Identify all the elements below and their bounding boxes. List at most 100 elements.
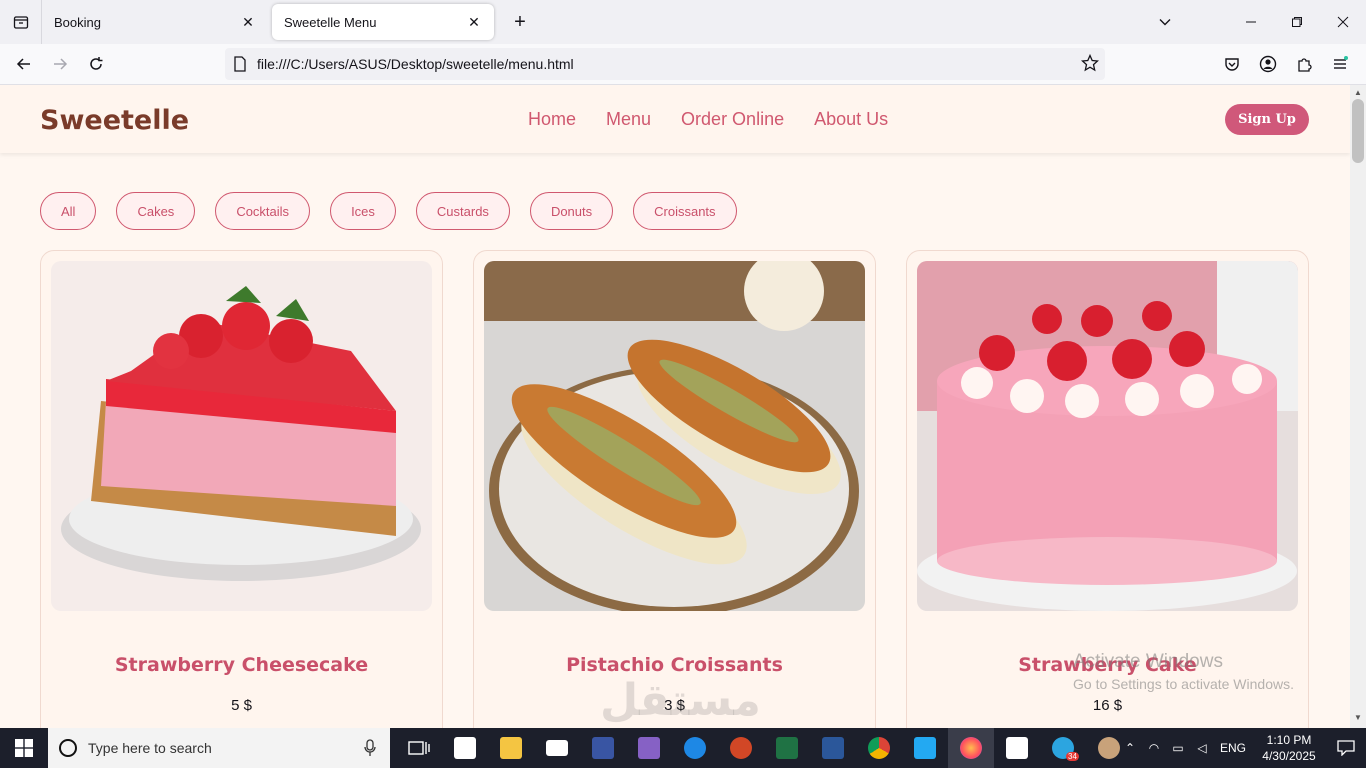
telegram-badge: 34 bbox=[1066, 752, 1079, 761]
back-button[interactable] bbox=[6, 48, 42, 80]
filter-all[interactable]: All bbox=[40, 192, 97, 230]
list-all-tabs-button[interactable] bbox=[1142, 0, 1188, 44]
start-button[interactable] bbox=[0, 728, 48, 768]
product-image bbox=[484, 261, 865, 611]
telegram-app[interactable]: 34 bbox=[1040, 728, 1086, 768]
chrome-app[interactable] bbox=[856, 728, 902, 768]
pocket-button[interactable] bbox=[1214, 48, 1250, 80]
nav-home[interactable]: Home bbox=[528, 109, 576, 130]
site-nav: Home Menu Order Online About Us bbox=[528, 109, 888, 130]
excel-app[interactable] bbox=[764, 728, 810, 768]
address-bar[interactable]: file:///C:/Users/ASUS/Desktop/sweetelle/… bbox=[225, 48, 1105, 80]
watermark-title: Activate Windows bbox=[1073, 651, 1223, 672]
forward-button[interactable] bbox=[42, 48, 78, 80]
tab-close-icon[interactable]: ✕ bbox=[464, 12, 484, 32]
language-indicator[interactable]: ENG bbox=[1214, 741, 1252, 755]
scroll-down-icon[interactable]: ▼ bbox=[1354, 713, 1362, 722]
tab-list-button[interactable] bbox=[0, 0, 42, 44]
filter-cakes[interactable]: Cakes bbox=[116, 192, 196, 230]
wifi-icon[interactable]: ◠ bbox=[1142, 741, 1166, 755]
palette-icon bbox=[1098, 737, 1120, 759]
bookmark-button[interactable] bbox=[1080, 53, 1100, 77]
task-view-icon bbox=[408, 741, 430, 755]
close-icon bbox=[1337, 16, 1349, 28]
store-app[interactable] bbox=[442, 728, 488, 768]
page-scrollbar[interactable]: ▲ ▼ bbox=[1350, 85, 1366, 728]
taskbar-search[interactable]: Type here to search bbox=[48, 728, 390, 768]
hamburger-icon bbox=[1334, 56, 1348, 69]
minimize-button[interactable] bbox=[1228, 0, 1274, 44]
nav-menu[interactable]: Menu bbox=[606, 109, 651, 130]
photos-app[interactable] bbox=[994, 728, 1040, 768]
scrollbar-thumb[interactable] bbox=[1352, 99, 1364, 163]
word-app[interactable] bbox=[810, 728, 856, 768]
nav-order-online[interactable]: Order Online bbox=[681, 109, 784, 130]
excel-icon bbox=[776, 737, 798, 759]
windows-taskbar: Type here to search 34 ⌃ ◠ ▭ ◁ ENG 1:10 … bbox=[0, 728, 1366, 768]
notification-center-button[interactable] bbox=[1326, 740, 1366, 756]
toolbar-right bbox=[1214, 48, 1358, 80]
mail-icon bbox=[546, 740, 568, 756]
pocket-icon bbox=[1225, 58, 1239, 71]
site-logo[interactable]: Sweetelle bbox=[40, 105, 189, 136]
nav-about-us[interactable]: About Us bbox=[814, 109, 888, 130]
visual-studio-app[interactable] bbox=[626, 728, 672, 768]
search-icon bbox=[59, 739, 77, 757]
vscode-app[interactable] bbox=[902, 728, 948, 768]
new-tab-button[interactable]: + bbox=[504, 6, 536, 38]
tab-sweetelle-menu[interactable]: Sweetelle Menu ✕ bbox=[272, 4, 494, 40]
scroll-up-icon[interactable]: ▲ bbox=[1354, 88, 1362, 97]
reload-button[interactable] bbox=[78, 48, 114, 80]
firefox-app[interactable] bbox=[948, 728, 994, 768]
filter-croissants[interactable]: Croissants bbox=[633, 192, 737, 230]
account-icon bbox=[1259, 55, 1277, 73]
tab-booking[interactable]: Booking ✕ bbox=[42, 4, 268, 40]
firefox-icon bbox=[960, 737, 982, 759]
filter-cocktails[interactable]: Cocktails bbox=[215, 192, 311, 230]
product-card[interactable]: Pistachio Croissants 3 $ bbox=[473, 250, 876, 728]
extensions-button[interactable] bbox=[1286, 48, 1322, 80]
site-header: Sweetelle Home Menu Order Online About U… bbox=[0, 85, 1350, 153]
edge-app[interactable] bbox=[672, 728, 718, 768]
task-view-button[interactable] bbox=[396, 728, 442, 768]
filter-donuts[interactable]: Donuts bbox=[529, 192, 614, 230]
restore-icon bbox=[1292, 17, 1302, 27]
reload-icon bbox=[90, 57, 103, 70]
filter-custards[interactable]: Custards bbox=[415, 192, 510, 230]
product-name: Strawberry Cheesecake bbox=[114, 654, 369, 676]
sign-up-button[interactable]: Sign Up bbox=[1225, 104, 1309, 135]
powerpoint-app[interactable] bbox=[718, 728, 764, 768]
chevron-up-icon[interactable]: ⌃ bbox=[1118, 741, 1142, 755]
menu-button[interactable] bbox=[1322, 48, 1358, 80]
restore-button[interactable] bbox=[1274, 0, 1320, 44]
visio-app[interactable] bbox=[580, 728, 626, 768]
watermark-subtitle: Go to Settings to activate Windows. bbox=[1073, 676, 1294, 692]
taskbar-clock[interactable]: 1:10 PM 4/30/2025 bbox=[1252, 732, 1326, 764]
mail-app[interactable] bbox=[534, 728, 580, 768]
windows-logo-icon bbox=[15, 739, 33, 757]
product-price: 16 $ bbox=[1092, 697, 1123, 714]
tab-label: Sweetelle Menu bbox=[284, 14, 377, 30]
microphone-icon[interactable] bbox=[364, 739, 376, 757]
store-icon bbox=[454, 737, 476, 759]
url-text: file:///C:/Users/ASUS/Desktop/sweetelle/… bbox=[257, 56, 574, 72]
arrow-right-icon bbox=[54, 58, 68, 70]
tab-label: Booking bbox=[54, 14, 101, 30]
tab-list-icon bbox=[13, 16, 28, 29]
account-button[interactable] bbox=[1250, 48, 1286, 80]
clock-date: 4/30/2025 bbox=[1262, 749, 1316, 763]
page-viewport: Sweetelle Home Menu Order Online About U… bbox=[0, 85, 1350, 728]
product-card[interactable]: Strawberry Cheesecake 5 $ bbox=[40, 250, 443, 728]
minimize-icon bbox=[1246, 21, 1256, 23]
photos-icon bbox=[1006, 737, 1028, 759]
tab-close-icon[interactable]: ✕ bbox=[238, 12, 258, 32]
volume-icon[interactable]: ◁ bbox=[1190, 741, 1214, 755]
battery-icon[interactable]: ▭ bbox=[1166, 741, 1190, 755]
filter-ices[interactable]: Ices bbox=[330, 192, 396, 230]
file-explorer-app[interactable] bbox=[488, 728, 534, 768]
product-image bbox=[51, 261, 432, 611]
visual-studio-icon bbox=[638, 737, 660, 759]
close-window-button[interactable] bbox=[1320, 0, 1366, 44]
browser-toolbar: file:///C:/Users/ASUS/Desktop/sweetelle/… bbox=[0, 44, 1366, 85]
folder-icon bbox=[500, 737, 522, 759]
